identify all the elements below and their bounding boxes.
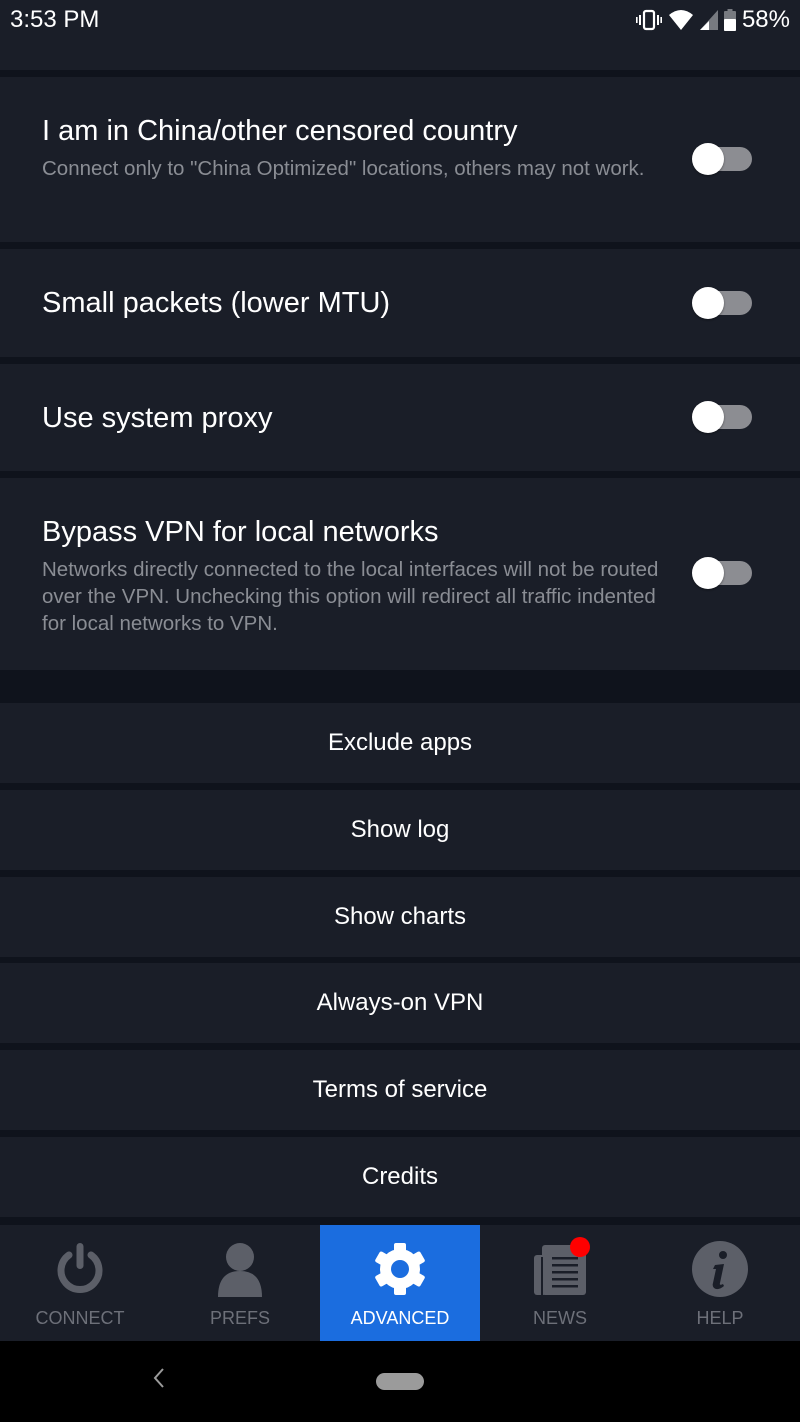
nav-label: CONNECT [35, 1308, 125, 1328]
system-nav-bar [0, 1341, 800, 1422]
setting-title: Use system proxy [42, 402, 273, 434]
nav-label: ADVANCED [350, 1308, 450, 1328]
system-proxy-toggle[interactable] [692, 400, 752, 434]
credits-button[interactable]: Credits [0, 1137, 800, 1217]
nav-label: HELP [696, 1308, 744, 1328]
setting-censored-country: I am in China/other censored country Con… [0, 77, 800, 242]
status-time: 3:53 PM [10, 6, 100, 33]
show-charts-button[interactable]: Show charts [0, 877, 800, 957]
battery-icon [723, 9, 736, 31]
nav-news[interactable]: NEWS [480, 1225, 640, 1341]
setting-bypass-local: Bypass VPN for local networks Networks d… [0, 478, 800, 670]
nav-label: PREFS [209, 1308, 270, 1328]
exclude-apps-button[interactable]: Exclude apps [0, 703, 800, 783]
nav-prefs[interactable]: PREFS [160, 1225, 320, 1341]
bypass-local-toggle[interactable] [692, 556, 752, 590]
back-icon[interactable] [152, 1365, 166, 1396]
status-icons: 58% [635, 6, 790, 34]
info-icon [692, 1241, 748, 1297]
nav-help[interactable]: HELP [640, 1225, 800, 1341]
power-icon [52, 1241, 108, 1297]
small-packets-toggle[interactable] [692, 286, 752, 320]
news-badge [570, 1237, 590, 1257]
toggle-thumb [692, 401, 724, 433]
home-pill-icon[interactable] [376, 1373, 424, 1390]
gear-icon [372, 1241, 428, 1297]
toggle-thumb [692, 287, 724, 319]
censored-country-toggle[interactable] [692, 142, 752, 176]
toggle-thumb [692, 557, 724, 589]
nav-connect[interactable]: CONNECT [0, 1225, 160, 1341]
setting-system-proxy: Use system proxy [0, 364, 800, 471]
wifi-icon [668, 9, 694, 31]
status-bar: 3:53 PM 58% [0, 0, 800, 70]
setting-small-packets: Small packets (lower MTU) [0, 249, 800, 357]
nav-label: NEWS [533, 1308, 587, 1328]
vibrate-icon [635, 9, 662, 31]
setting-title: Small packets (lower MTU) [42, 287, 391, 319]
user-icon [212, 1241, 268, 1297]
setting-description: Connect only to "China Optimized" locati… [42, 157, 645, 180]
terms-of-service-button[interactable]: Terms of service [0, 1050, 800, 1130]
cell-signal-icon [699, 10, 718, 30]
show-log-button[interactable]: Show log [0, 790, 800, 870]
toggle-thumb [692, 143, 724, 175]
battery-percent: 58% [741, 6, 790, 33]
nav-advanced[interactable]: ADVANCED [320, 1225, 480, 1341]
setting-title: Bypass VPN for local networks [42, 516, 439, 548]
always-on-vpn-button[interactable]: Always-on VPN [0, 963, 800, 1043]
setting-title: I am in China/other censored country [42, 115, 518, 147]
setting-description: Networks directly connected to the local… [42, 558, 659, 635]
bottom-nav: CONNECT PREFS ADVANCED NEWS HELP [0, 1225, 800, 1341]
